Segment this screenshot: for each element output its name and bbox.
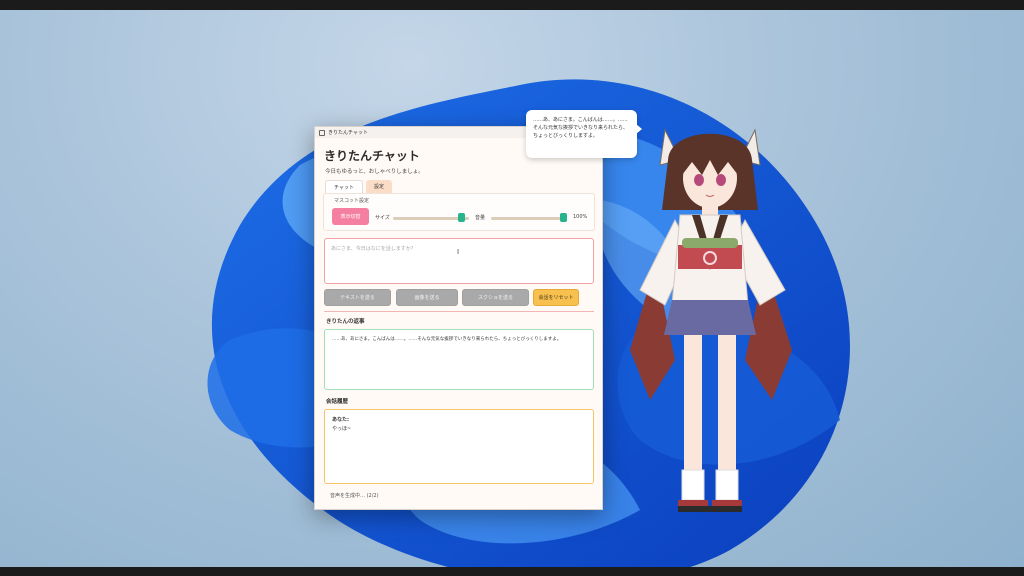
send-text-button[interactable]: テキストを送る <box>324 289 391 306</box>
reply-box: ……あ、あにさま。こんばんは……。……そんな元気な挨拶でいきなり来られたら、ちょ… <box>324 329 594 390</box>
history-speaker: あなた: <box>332 417 349 423</box>
tab-settings[interactable]: 設定 <box>365 180 392 193</box>
size-label: サイズ <box>375 215 390 221</box>
tab-chat[interactable]: チャット <box>325 180 363 193</box>
history-box: あなた: やっほ~ <box>324 409 594 484</box>
speech-bubble-text: ……あ、あにさま。こんばんは……。……そんな元気な挨拶でいきなり来られたら、ちょ… <box>533 117 629 139</box>
chat-app-window: きりたんチャット きりたんチャット 今日もゆるっと、おしゃべりしましょ。 チャッ… <box>314 126 603 510</box>
send-image-button[interactable]: 画像を送る <box>396 289 458 306</box>
status-text: 音声を生成中… (2/2) <box>330 493 379 499</box>
mascot-character[interactable] <box>620 120 810 530</box>
app-title: きりたんチャット <box>324 149 420 163</box>
toggle-mascot-button[interactable]: 表示切替 <box>332 208 369 225</box>
titlebar-text: きりたんチャット <box>328 130 368 136</box>
top-black-bar <box>0 0 1024 10</box>
text-cursor-icon: I <box>457 248 460 256</box>
action-button-row: テキストを送る 画像を送る スクショを送る 会話をリセット <box>324 289 594 306</box>
message-input[interactable] <box>325 239 593 283</box>
volume-value: 100% <box>573 214 588 220</box>
reset-conversation-button[interactable]: 会話をリセット <box>533 289 579 306</box>
message-input-box[interactable]: I <box>324 238 594 284</box>
app-icon <box>319 129 325 136</box>
tab-bar: チャット 設定 <box>325 180 392 193</box>
send-screenshot-button[interactable]: スクショを送る <box>462 289 529 306</box>
history-message: やっほ~ <box>332 426 352 432</box>
volume-slider-knob[interactable] <box>560 213 567 222</box>
volume-slider[interactable] <box>491 217 567 220</box>
size-slider-knob[interactable] <box>458 213 466 222</box>
mascot-settings-label: マスコット設定 <box>334 198 370 204</box>
mascot-settings-panel: マスコット設定 表示切替 サイズ 音量 100% <box>323 193 595 231</box>
volume-label: 音量 <box>475 215 486 221</box>
app-subtitle: 今日もゆるっと、おしゃべりしましょ。 <box>325 169 424 175</box>
reply-title: きりたんの返事 <box>326 319 365 325</box>
bottom-black-bar <box>0 567 1024 576</box>
reply-text: ……あ、あにさま。こんばんは……。……そんな元気な挨拶でいきなり来られたら、ちょ… <box>332 337 562 342</box>
history-title: 会話履歴 <box>326 399 349 405</box>
section-divider <box>324 311 594 312</box>
